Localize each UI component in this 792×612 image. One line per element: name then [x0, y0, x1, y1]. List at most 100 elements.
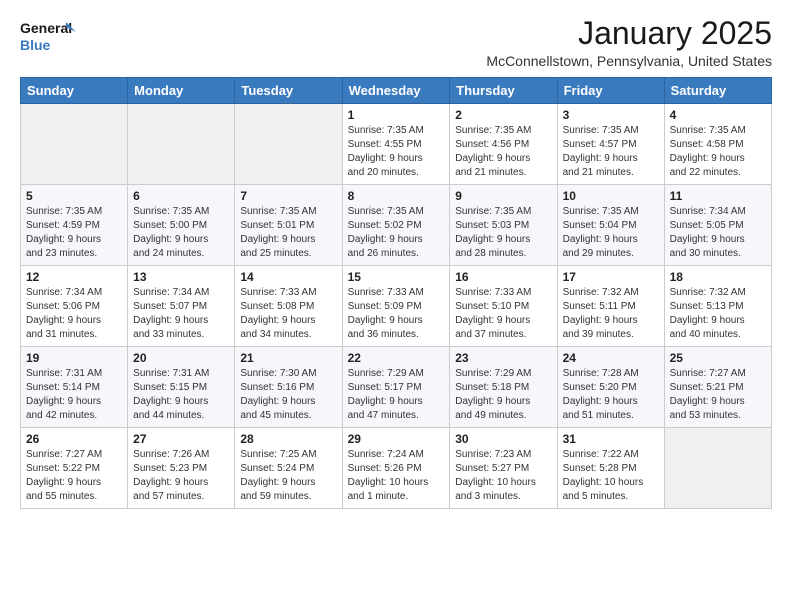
day-info: Sunrise: 7:33 AM Sunset: 5:09 PM Dayligh…	[348, 286, 445, 342]
calendar-week-1: 1Sunrise: 7:35 AM Sunset: 4:55 PM Daylig…	[21, 104, 772, 185]
day-number: 28	[240, 432, 336, 446]
calendar-cell: 7 Sunrise: 7:35 AM Sunset: 5:01 PM Daylig…	[235, 185, 342, 266]
logo: General Blue	[20, 16, 76, 58]
day-info: Sunrise: 7:34 AM Sunset: 5:05 PM Dayligh…	[670, 205, 766, 261]
day-info: Sunrise: 7:29 AM Sunset: 5:17 PM Dayligh…	[348, 367, 445, 423]
calendar-cell: 26 Sunrise: 7:27 AM Sunset: 5:22 PM Dayli…	[21, 428, 128, 509]
day-info: Sunrise: 7:35 AM Sunset: 5:01 PM Dayligh…	[240, 205, 336, 261]
day-number: 25	[670, 351, 766, 365]
calendar-header-tuesday: Tuesday	[235, 78, 342, 104]
calendar-cell: 1Sunrise: 7:35 AM Sunset: 4:55 PM Daylig…	[342, 104, 450, 185]
logo-general: General	[20, 20, 72, 36]
day-info: Sunrise: 7:24 AM Sunset: 5:26 PM Dayligh…	[348, 448, 445, 504]
calendar-cell: 23 Sunrise: 7:29 AM Sunset: 5:18 PM Dayli…	[450, 347, 557, 428]
calendar-week-5: 26 Sunrise: 7:27 AM Sunset: 5:22 PM Dayli…	[21, 428, 772, 509]
day-number: 7	[240, 189, 336, 203]
calendar-header-saturday: Saturday	[664, 78, 771, 104]
calendar-cell: 13 Sunrise: 7:34 AM Sunset: 5:07 PM Dayli…	[128, 266, 235, 347]
day-number: 26	[26, 432, 122, 446]
day-info: Sunrise: 7:32 AM Sunset: 5:11 PM Dayligh…	[563, 286, 659, 342]
day-info: Sunrise: 7:27 AM Sunset: 5:22 PM Dayligh…	[26, 448, 122, 504]
day-number: 5	[26, 189, 122, 203]
month-title: January 2025	[486, 16, 772, 51]
day-number: 22	[348, 351, 445, 365]
calendar-cell: 25 Sunrise: 7:27 AM Sunset: 5:21 PM Dayli…	[664, 347, 771, 428]
day-info: Sunrise: 7:35 AM Sunset: 4:58 PM Dayligh…	[670, 124, 766, 180]
day-number: 13	[133, 270, 229, 284]
day-info: Sunrise: 7:25 AM Sunset: 5:24 PM Dayligh…	[240, 448, 336, 504]
day-number: 23	[455, 351, 551, 365]
day-info: Sunrise: 7:29 AM Sunset: 5:18 PM Dayligh…	[455, 367, 551, 423]
day-info: Sunrise: 7:35 AM Sunset: 4:59 PM Dayligh…	[26, 205, 122, 261]
calendar-cell: 18 Sunrise: 7:32 AM Sunset: 5:13 PM Dayli…	[664, 266, 771, 347]
calendar-cell	[128, 104, 235, 185]
day-number: 16	[455, 270, 551, 284]
calendar-cell: 24 Sunrise: 7:28 AM Sunset: 5:20 PM Dayli…	[557, 347, 664, 428]
day-number: 30	[455, 432, 551, 446]
calendar-header-monday: Monday	[128, 78, 235, 104]
calendar-header-row: SundayMondayTuesdayWednesdayThursdayFrid…	[21, 78, 772, 104]
calendar-cell: 31 Sunrise: 7:22 AM Sunset: 5:28 PM Dayli…	[557, 428, 664, 509]
day-info: Sunrise: 7:27 AM Sunset: 5:21 PM Dayligh…	[670, 367, 766, 423]
calendar-cell	[21, 104, 128, 185]
calendar-cell: 22 Sunrise: 7:29 AM Sunset: 5:17 PM Dayli…	[342, 347, 450, 428]
calendar-cell: 12 Sunrise: 7:34 AM Sunset: 5:06 PM Dayli…	[21, 266, 128, 347]
calendar: SundayMondayTuesdayWednesdayThursdayFrid…	[20, 77, 772, 509]
day-number: 4	[670, 108, 766, 122]
header: General Blue January 2025 McConnellstown…	[20, 16, 772, 69]
day-info: Sunrise: 7:35 AM Sunset: 5:04 PM Dayligh…	[563, 205, 659, 261]
calendar-cell: 15 Sunrise: 7:33 AM Sunset: 5:09 PM Dayli…	[342, 266, 450, 347]
logo-svg: General Blue	[20, 16, 76, 58]
calendar-week-2: 5 Sunrise: 7:35 AM Sunset: 4:59 PM Daylig…	[21, 185, 772, 266]
day-number: 1	[348, 108, 445, 122]
day-number: 27	[133, 432, 229, 446]
day-info: Sunrise: 7:31 AM Sunset: 5:14 PM Dayligh…	[26, 367, 122, 423]
calendar-cell: 29Sunrise: 7:24 AM Sunset: 5:26 PM Dayli…	[342, 428, 450, 509]
calendar-cell	[235, 104, 342, 185]
calendar-cell: 27 Sunrise: 7:26 AM Sunset: 5:23 PM Dayli…	[128, 428, 235, 509]
day-info: Sunrise: 7:35 AM Sunset: 5:00 PM Dayligh…	[133, 205, 229, 261]
day-number: 20	[133, 351, 229, 365]
day-info: Sunrise: 7:32 AM Sunset: 5:13 PM Dayligh…	[670, 286, 766, 342]
day-number: 24	[563, 351, 659, 365]
day-number: 15	[348, 270, 445, 284]
calendar-cell: 21 Sunrise: 7:30 AM Sunset: 5:16 PM Dayli…	[235, 347, 342, 428]
day-number: 31	[563, 432, 659, 446]
day-number: 6	[133, 189, 229, 203]
day-number: 3	[563, 108, 659, 122]
calendar-header-friday: Friday	[557, 78, 664, 104]
day-number: 2	[455, 108, 551, 122]
calendar-cell: 6 Sunrise: 7:35 AM Sunset: 5:00 PM Daylig…	[128, 185, 235, 266]
day-number: 21	[240, 351, 336, 365]
day-info: Sunrise: 7:34 AM Sunset: 5:07 PM Dayligh…	[133, 286, 229, 342]
location: McConnellstown, Pennsylvania, United Sta…	[486, 53, 772, 69]
page: General Blue January 2025 McConnellstown…	[0, 0, 792, 525]
day-info: Sunrise: 7:28 AM Sunset: 5:20 PM Dayligh…	[563, 367, 659, 423]
day-number: 14	[240, 270, 336, 284]
day-number: 12	[26, 270, 122, 284]
day-info: Sunrise: 7:35 AM Sunset: 5:02 PM Dayligh…	[348, 205, 445, 261]
calendar-cell: 10 Sunrise: 7:35 AM Sunset: 5:04 PM Dayli…	[557, 185, 664, 266]
calendar-cell: 9Sunrise: 7:35 AM Sunset: 5:03 PM Daylig…	[450, 185, 557, 266]
calendar-header-sunday: Sunday	[21, 78, 128, 104]
day-number: 8	[348, 189, 445, 203]
day-number: 18	[670, 270, 766, 284]
day-number: 11	[670, 189, 766, 203]
calendar-header-wednesday: Wednesday	[342, 78, 450, 104]
day-info: Sunrise: 7:30 AM Sunset: 5:16 PM Dayligh…	[240, 367, 336, 423]
day-number: 19	[26, 351, 122, 365]
day-info: Sunrise: 7:34 AM Sunset: 5:06 PM Dayligh…	[26, 286, 122, 342]
day-info: Sunrise: 7:23 AM Sunset: 5:27 PM Dayligh…	[455, 448, 551, 504]
day-info: Sunrise: 7:26 AM Sunset: 5:23 PM Dayligh…	[133, 448, 229, 504]
calendar-cell: 2Sunrise: 7:35 AM Sunset: 4:56 PM Daylig…	[450, 104, 557, 185]
calendar-week-3: 12 Sunrise: 7:34 AM Sunset: 5:06 PM Dayli…	[21, 266, 772, 347]
calendar-cell: 8 Sunrise: 7:35 AM Sunset: 5:02 PM Daylig…	[342, 185, 450, 266]
day-info: Sunrise: 7:22 AM Sunset: 5:28 PM Dayligh…	[563, 448, 659, 504]
calendar-cell: 11 Sunrise: 7:34 AM Sunset: 5:05 PM Dayli…	[664, 185, 771, 266]
day-number: 10	[563, 189, 659, 203]
calendar-cell: 28 Sunrise: 7:25 AM Sunset: 5:24 PM Dayli…	[235, 428, 342, 509]
calendar-cell: 30 Sunrise: 7:23 AM Sunset: 5:27 PM Dayli…	[450, 428, 557, 509]
day-info: Sunrise: 7:33 AM Sunset: 5:10 PM Dayligh…	[455, 286, 551, 342]
calendar-cell: 17Sunrise: 7:32 AM Sunset: 5:11 PM Dayli…	[557, 266, 664, 347]
calendar-cell: 3Sunrise: 7:35 AM Sunset: 4:57 PM Daylig…	[557, 104, 664, 185]
